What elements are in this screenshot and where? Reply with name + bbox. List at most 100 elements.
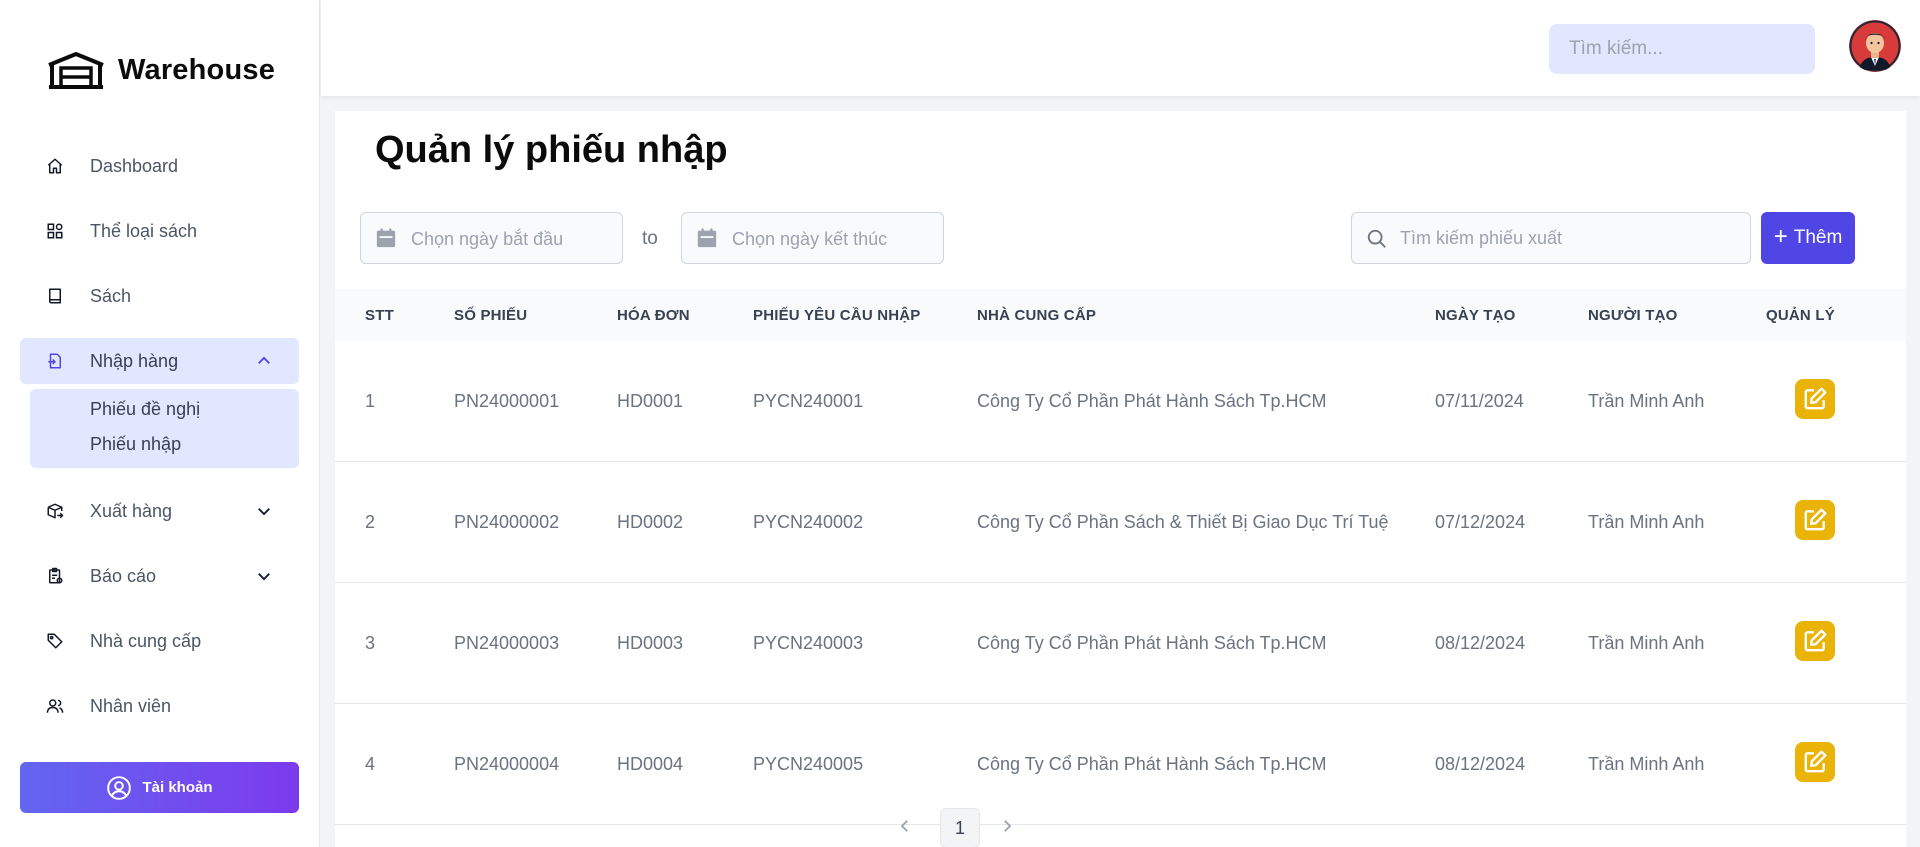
calendar-icon (696, 227, 718, 249)
cell-nha-cung-cap: Công Ty Cổ Phần Phát Hành Sách Tp.HCM (977, 391, 1327, 411)
sidebar-item-bao-cao[interactable]: Báo cáo (20, 553, 299, 599)
sidebar-item-label: Dashboard (90, 155, 179, 176)
sidebar-item-label: Sách (90, 285, 132, 306)
cell-phieu-yeu-cau: PYCN240001 (753, 391, 864, 411)
end-date-picker[interactable]: Chọn ngày kết thúc (681, 212, 944, 264)
cell-phieu-yeu-cau: PYCN240003 (753, 633, 864, 653)
sidebar-item-nhan-vien[interactable]: Nhân viên (20, 683, 299, 729)
cell-stt: 1 (365, 391, 376, 411)
book-icon (46, 287, 64, 305)
edit-icon (1804, 629, 1827, 652)
add-button[interactable]: + Thêm (1761, 212, 1855, 264)
column-header-so-phieu: Số phiếu (454, 307, 528, 324)
search-icon (1366, 228, 1388, 250)
cell-nguoi-tao: Trần Minh Anh (1588, 391, 1705, 411)
cell-hoa-don: HD0001 (617, 391, 684, 411)
cell-nha-cung-cap: Công Ty Cổ Phần Phát Hành Sách Tp.HCM (977, 754, 1327, 774)
submenu-item-phieu-de-nghi[interactable]: Phiếu đề nghị (90, 399, 200, 420)
report-icon (46, 567, 64, 585)
sidebar-item-nhap-hang[interactable]: Nhập hàng (20, 338, 299, 384)
column-header-quan-ly: Quản lý (1766, 307, 1835, 324)
cell-so-phieu: PN24000004 (454, 754, 560, 774)
main-card: Quản lý phiếu nhập Chọn ngày bắt đầu to … (335, 111, 1906, 847)
edit-button[interactable] (1795, 500, 1835, 540)
calendar-icon (375, 227, 397, 249)
edit-icon (1804, 750, 1827, 773)
table-row: 4 PN24000004 HD0004 PYCN240005 Công Ty C… (335, 704, 1906, 825)
cell-phieu-yeu-cau: PYCN240005 (753, 754, 864, 774)
cell-nguoi-tao: Trần Minh Anh (1588, 754, 1705, 774)
next-page-button[interactable] (995, 814, 1019, 838)
sidebar-item-xuat-hang[interactable]: Xuất hàng (20, 488, 299, 534)
users-icon (46, 697, 64, 715)
plus-icon: + (1773, 223, 1788, 250)
cell-hoa-don: HD0004 (617, 754, 684, 774)
edit-button[interactable] (1795, 379, 1835, 419)
edit-button[interactable] (1795, 621, 1835, 661)
avatar[interactable] (1849, 20, 1901, 72)
chevron-down-icon (255, 502, 273, 520)
start-date-placeholder: Chọn ngày bắt đầu (411, 229, 564, 249)
sidebar-item-label: Nhà cung cấp (90, 630, 202, 651)
sidebar-item-label: Thể loại sách (90, 220, 198, 241)
edit-icon (1804, 508, 1827, 531)
sidebar-item-nha-cung-cap[interactable]: Nhà cung cấp (20, 618, 299, 664)
cell-ngay-tao: 08/12/2024 (1435, 633, 1526, 653)
cell-nha-cung-cap: Công Ty Cổ Phần Phát Hành Sách Tp.HCM (977, 633, 1327, 653)
cell-ngay-tao: 07/11/2024 (1435, 391, 1524, 411)
receipt-search (1351, 212, 1751, 264)
sidebar-item-label: Xuất hàng (90, 500, 173, 521)
sidebar-item-label: Nhập hàng (90, 350, 179, 371)
logo[interactable]: Warehouse (46, 50, 275, 90)
cell-so-phieu: PN24000002 (454, 512, 560, 532)
tag-icon (46, 632, 64, 650)
page-title: Quản lý phiếu nhập (375, 129, 728, 171)
cell-stt: 4 (365, 754, 376, 774)
chevron-up-icon (255, 352, 273, 370)
table-row: 2 PN24000002 HD0002 PYCN240002 Công Ty C… (335, 462, 1906, 583)
cell-stt: 3 (365, 633, 376, 653)
cell-nha-cung-cap: Công Ty Cổ Phần Sách & Thiết Bị Giao Dục… (977, 512, 1389, 532)
page-number-button[interactable]: 1 (940, 808, 980, 847)
sidebar-item-sach[interactable]: Sách (20, 273, 299, 319)
column-header-ngay-tao: Ngày tạo (1435, 307, 1516, 324)
start-date-picker[interactable]: Chọn ngày bắt đầu (360, 212, 623, 264)
column-header-hoa-don: Hóa đơn (617, 307, 690, 324)
chevron-right-icon (1004, 820, 1012, 832)
table-row: 3 PN24000003 HD0003 PYCN240003 Công Ty C… (335, 583, 1906, 704)
sidebar-item-label: Nhân viên (90, 695, 172, 716)
chevron-down-icon (255, 567, 273, 585)
nhap-hang-submenu: Phiếu đề nghị Phiếu nhập (30, 389, 299, 468)
sidebar-item-dashboard[interactable]: Dashboard (20, 143, 299, 189)
account-button[interactable]: Tài khoản (20, 762, 299, 813)
edit-icon (1804, 387, 1827, 410)
table-row: 1 PN24000001 HD0001 PYCN240001 Công Ty C… (335, 341, 1906, 462)
table-header: STT Số phiếu Hóa đơn Phiếu yêu cầu nhập … (335, 289, 1906, 341)
sidebar-item-label: Báo cáo (90, 565, 157, 586)
account-label: Tài khoản (142, 779, 213, 796)
chevron-left-icon (900, 820, 908, 832)
receipt-search-input[interactable] (1400, 213, 1740, 263)
cell-phieu-yeu-cau: PYCN240002 (753, 512, 864, 532)
user-avatar-icon (1849, 20, 1901, 72)
column-header-stt: STT (365, 307, 394, 324)
sidebar-item-the-loai-sach[interactable]: Thể loại sách (20, 208, 299, 254)
edit-button[interactable] (1795, 742, 1835, 782)
cell-ngay-tao: 08/12/2024 (1435, 754, 1526, 774)
sidebar: Warehouse Dashboard Thể loại sách Sách N… (0, 0, 320, 847)
cell-nguoi-tao: Trần Minh Anh (1588, 633, 1705, 653)
add-button-label: Thêm (1793, 227, 1843, 248)
column-header-phieu-yeu-cau-nhap: Phiếu yêu cầu nhập (753, 307, 921, 324)
column-header-nguoi-tao: Người tạo (1588, 307, 1678, 324)
import-icon (46, 352, 64, 370)
previous-page-button[interactable] (893, 814, 917, 838)
cell-nguoi-tao: Trần Minh Anh (1588, 512, 1705, 532)
date-range-separator: to (642, 228, 658, 249)
submenu-item-phieu-nhap[interactable]: Phiếu nhập (90, 434, 181, 455)
user-circle-icon (107, 775, 132, 800)
global-search-input[interactable] (1549, 24, 1815, 74)
grid-icon (46, 222, 64, 240)
cell-hoa-don: HD0002 (617, 512, 684, 532)
cell-hoa-don: HD0003 (617, 633, 684, 653)
export-box-icon (46, 502, 64, 520)
